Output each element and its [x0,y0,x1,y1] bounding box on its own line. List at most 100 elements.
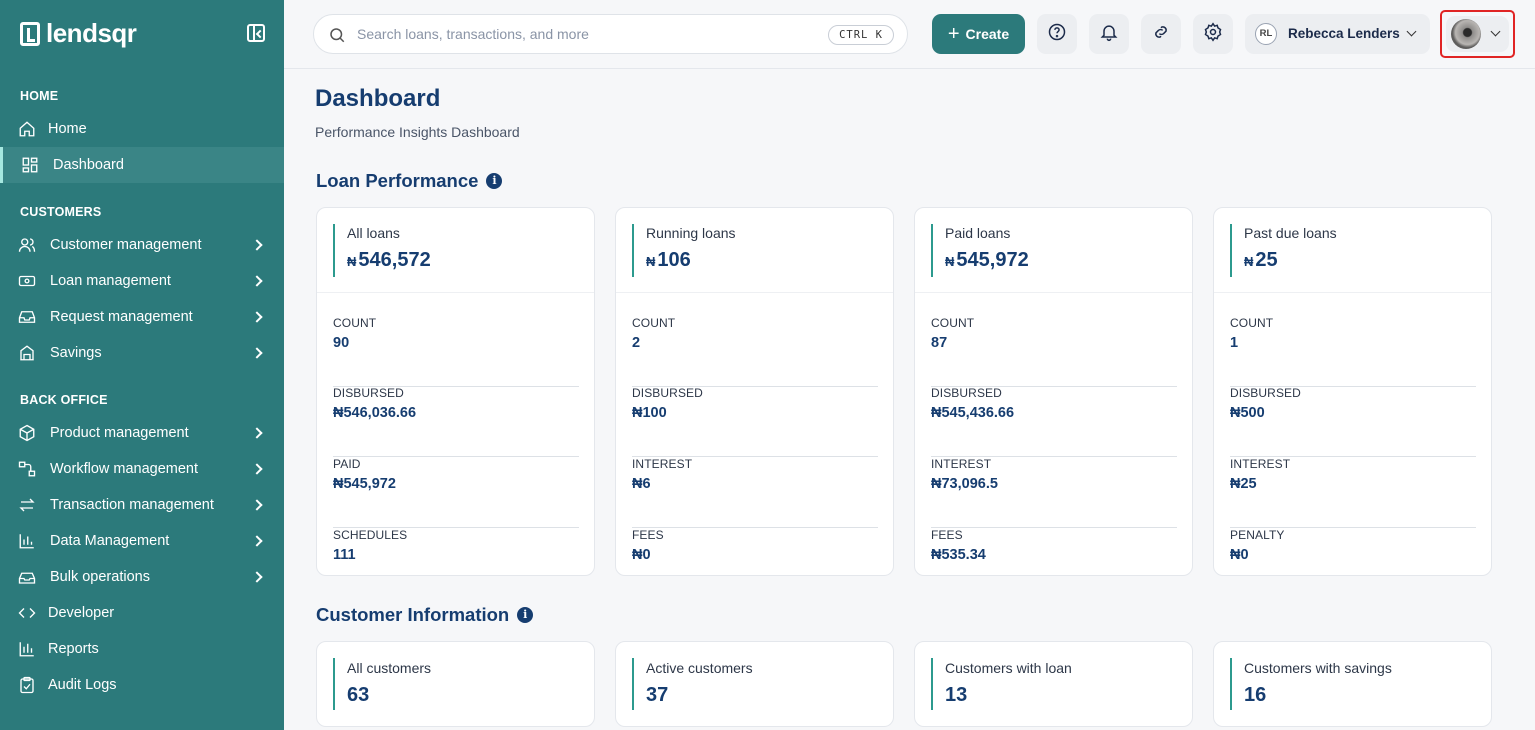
stat-value: ₦545,436.66 [931,405,1015,421]
card-title: Running loans [646,225,736,241]
card-stat: DISBURSED ₦546,036.66 [333,386,579,457]
stat-value: ₦546,036.66 [333,405,417,421]
inbox-icon [18,308,36,326]
card-stat: DISBURSED ₦100 [632,386,878,457]
section-customers: CUSTOMERS [20,205,102,219]
org-avatar: RL [1255,23,1277,45]
section-home: HOME [20,89,59,103]
sidebar-item-savings[interactable]: Savings [0,335,284,371]
section-back-office: BACK OFFICE [20,393,108,407]
stat-label: FEES [632,528,664,542]
customer-card: Active customers 37 [615,641,894,727]
settings-button[interactable] [1193,14,1233,54]
stat-value: ₦6 [632,476,651,492]
card-amount: ₦ 106 [646,249,736,272]
sidebar-item-label: Bulk operations [50,569,150,585]
sidebar-item-request-management[interactable]: Request management [0,299,284,335]
brand-name: lendsqr [46,18,137,48]
stat-value: ₦25 [1230,476,1257,492]
sidebar-item-home[interactable]: Home [0,111,284,147]
brand-logo[interactable]: lendsqr [20,18,137,49]
gear-icon [1203,21,1223,47]
chevron-down-icon [1490,26,1501,37]
stat-label: COUNT [333,316,377,330]
sidebar-item-label: Savings [50,345,102,361]
card-header: All loans ₦ 546,572 [333,224,431,277]
card-amount: ₦ 546,572 [347,249,431,272]
card-stat: PAID ₦545,972 [333,457,579,528]
card-header: Customers with savings 16 [1230,658,1392,710]
sidebar-item-developer[interactable]: Developer [0,595,284,631]
sidebar-item-customer-management[interactable]: Customer management [0,227,284,263]
stat-value: ₦545,972 [333,476,396,492]
card-title: Paid loans [945,225,1011,241]
card-header: All customers 63 [333,658,431,710]
card-title: All loans [347,225,400,241]
card-stat: COUNT 2 [632,316,878,387]
search-icon [328,26,346,49]
sidebar-item-loan-management[interactable]: Loan management [0,263,284,299]
collapse-sidebar-icon[interactable] [247,24,265,42]
section-title: Loan Performance [316,170,479,191]
code-icon [18,604,36,622]
stat-value: 2 [632,335,641,351]
stat-value: ₦73,096.5 [931,476,998,492]
loan-performance-heading: Loan Performance i [316,170,503,192]
card-stat: COUNT 87 [931,316,1177,387]
loan-card: Past due loans ₦ 25 COUNT 1 DISBURSED ₦500 INTE… [1213,207,1492,576]
divider [317,292,594,293]
sidebar-item-data-management[interactable]: Data Management [0,523,284,559]
sidebar-item-workflow-management[interactable]: Workflow management [0,451,284,487]
sidebar-item-transaction-management[interactable]: Transaction management [0,487,284,523]
sidebar-item-label: Product management [50,425,189,441]
chart-icon [18,532,36,550]
create-button[interactable]: + Create [932,14,1025,54]
stat-label: INTEREST [632,457,693,471]
stat-label: DISBURSED [1230,386,1301,400]
card-stat: INTEREST ₦73,096.5 [931,457,1177,528]
info-icon[interactable]: i [517,607,534,623]
organization-switcher[interactable]: RL Rebecca Lenders [1245,14,1430,54]
users-icon [18,236,36,254]
amount-value: 545,972 [956,249,1029,271]
create-label: Create [965,26,1010,42]
sidebar-item-bulk-operations[interactable]: Bulk operations [0,559,284,595]
stat-label: INTEREST [1230,457,1291,471]
help-button[interactable] [1037,14,1077,54]
notifications-button[interactable] [1089,14,1129,54]
sidebar-item-audit-logs[interactable]: Audit Logs [0,667,284,703]
card-stat: SCHEDULES 111 [333,528,579,599]
sidebar-item-label: Request management [50,309,193,325]
box-icon [18,424,36,442]
chevron-down-icon [1406,26,1417,37]
savings-icon [18,344,36,362]
sidebar-item-label: Customer management [50,237,202,253]
chevron-right-icon [251,275,263,287]
card-title: Customers with loan [945,660,1072,676]
link-icon [1151,22,1171,47]
currency-symbol: ₦ [347,254,357,269]
sidebar-item-dashboard[interactable]: Dashboard [0,147,284,183]
search-placeholder: Search loans, transactions, and more [357,26,589,42]
org-name: Rebecca Lenders [1288,26,1400,41]
sidebar-item-product-management[interactable]: Product management [0,415,284,451]
profile-menu[interactable] [1440,10,1515,58]
stat-label: DISBURSED [931,386,1002,400]
sidebar-item-label: Data Management [50,533,170,549]
page-subtitle: Performance Insights Dashboard [315,124,520,140]
stat-value: ₦0 [1230,547,1249,563]
sidebar-item-reports[interactable]: Reports [0,631,284,667]
customer-information-heading: Customer Information i [316,604,534,626]
card-header: Past due loans ₦ 25 [1230,224,1337,277]
card-title: Past due loans [1244,225,1337,241]
search-input[interactable]: Search loans, transactions, and more CTR… [313,14,908,54]
card-stat: FEES ₦535.34 [931,528,1177,599]
divider [616,292,893,293]
card-amount: ₦ 25 [1244,249,1337,272]
customer-card: Customers with loan 13 [914,641,1193,727]
info-icon[interactable]: i [486,173,503,189]
link-button[interactable] [1141,14,1181,54]
clipboard-icon [18,676,36,694]
profile-button[interactable] [1446,16,1509,52]
stat-value: ₦100 [632,405,667,421]
